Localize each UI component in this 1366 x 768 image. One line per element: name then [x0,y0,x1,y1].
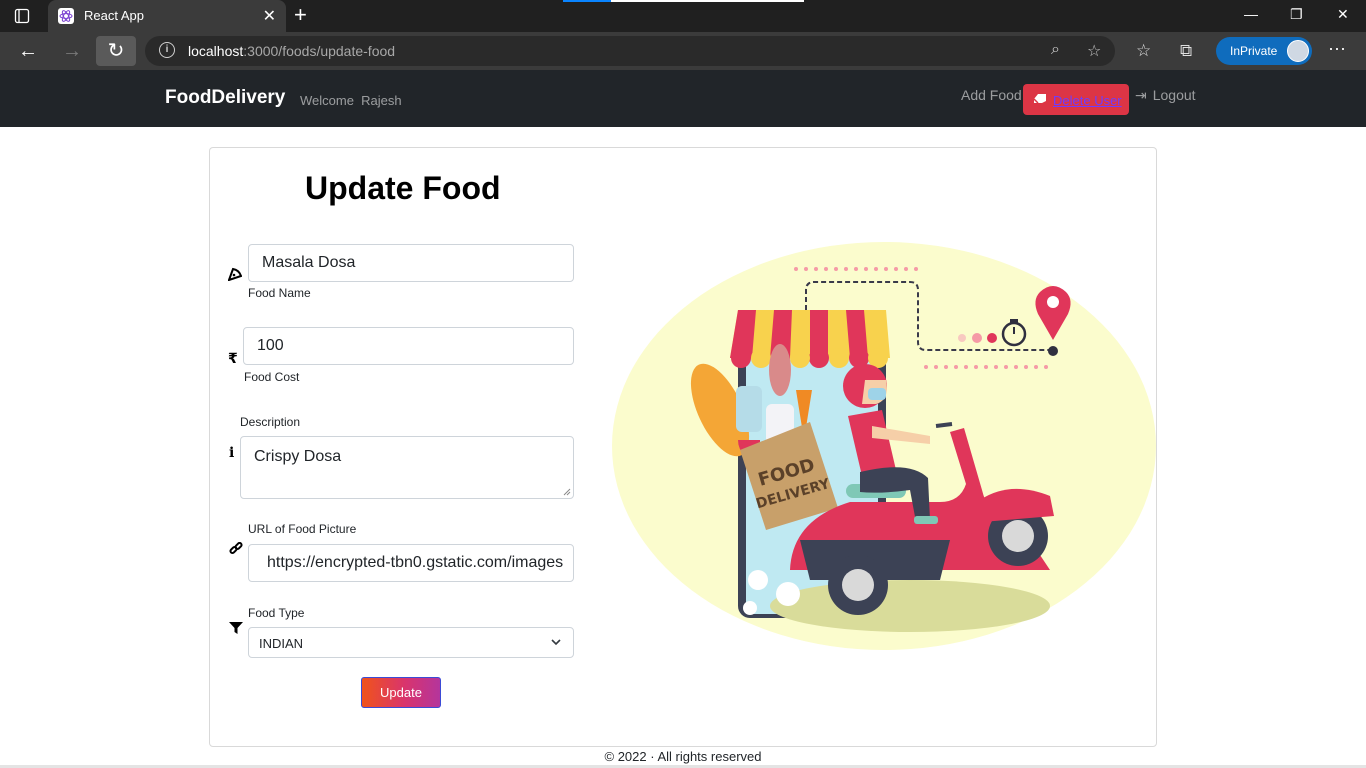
favorites-icon[interactable]: ☆ [1136,41,1151,61]
food-name-input[interactable]: Masala Dosa [248,244,574,282]
delete-user-label: Delete User [1053,93,1122,108]
food-type-label: Food Type [248,606,305,620]
address-field[interactable]: i localhost:3000/foods/update-food ⌕ ☆ [145,36,1115,66]
add-favorite-icon[interactable]: ☆ [1087,41,1101,61]
collections-icon[interactable]: ⧉ [1180,41,1192,61]
tab-actions-icon[interactable] [14,8,30,24]
inprivate-badge[interactable]: InPrivate [1216,37,1312,65]
update-button[interactable]: Update [361,677,441,708]
address-toolbar: ← → ↻ i localhost:3000/foods/update-food… [0,32,1366,70]
close-window-icon[interactable]: ✕ [1337,6,1349,23]
page-title: Update Food [305,170,501,206]
picture-url-label: URL of Food Picture [248,522,357,536]
resize-grip-icon[interactable] [563,488,571,496]
new-tab-icon[interactable]: + [294,4,307,26]
food-type-select[interactable]: INDIAN [248,627,574,658]
app-navbar: FoodDelivery Welcome Rajesh Add Food Del… [0,70,1366,127]
welcome-text: Welcome Rajesh [300,93,402,108]
logout-icon: ⇥ [1135,87,1147,103]
rupee-icon: ₹ [228,350,238,366]
food-cost-input[interactable]: 100 [243,327,574,365]
close-tab-icon[interactable]: ✕ [263,6,276,26]
picture-url-input[interactable]: https://encrypted-tbn0.gstatic.com/image… [248,544,574,582]
url-text: localhost:3000/foods/update-food [188,43,396,59]
delete-user-button[interactable]: Delete User [1023,84,1129,115]
logout-link[interactable]: ⇥ Logout [1135,87,1196,104]
pizza-slice-icon [228,267,242,281]
forward-icon[interactable]: → [60,40,84,64]
link-icon [229,542,243,555]
food-name-label: Food Name [248,286,311,300]
minimize-icon[interactable]: — [1244,6,1258,22]
add-food-link[interactable]: Add Food [961,87,1022,103]
food-cost-label: Food Cost [244,370,300,384]
avatar [1287,40,1309,62]
back-icon[interactable]: ← [16,40,40,64]
brand-link[interactable]: FoodDelivery [165,87,285,109]
react-favicon-icon [58,8,74,24]
tab-title: React App [84,8,144,23]
more-menu-icon[interactable]: ··· [1328,38,1346,59]
filter-icon [229,622,243,634]
restore-icon[interactable]: ❐ [1290,6,1303,23]
description-textarea[interactable]: Crispy Dosa [240,436,574,499]
chevron-down-icon [551,639,561,646]
reload-icon[interactable]: ↻ [104,40,128,64]
browser-tab-bar: React App ✕ + — ❐ ✕ [0,0,1366,32]
loading-indicator [563,0,804,2]
food-delivery-illustration: FOOD DELIVERY [612,242,1156,650]
footer-text: © 2022 · All rights reserved [604,749,762,764]
browser-tab[interactable]: React App ✕ [48,0,286,32]
description-label: Description [240,415,301,429]
eraser-icon [1033,94,1046,104]
site-info-icon[interactable]: i [159,42,175,58]
zoom-icon[interactable]: ⌕ [1051,41,1060,59]
